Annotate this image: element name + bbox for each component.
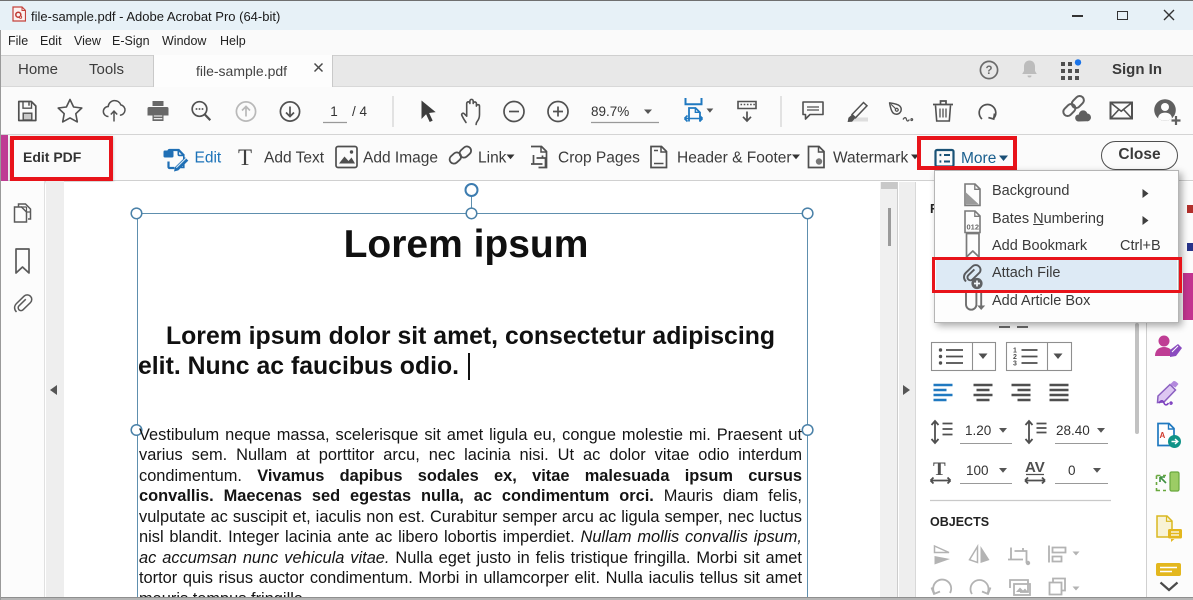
svg-text:/ 4: / 4 <box>352 104 368 119</box>
svg-text:AV: AV <box>1025 459 1045 476</box>
svg-text:1.20: 1.20 <box>965 423 991 438</box>
svg-text:1: 1 <box>330 104 338 119</box>
svg-text:89.7%: 89.7% <box>591 104 629 119</box>
svg-text:100: 100 <box>966 463 989 478</box>
svg-text:Edit: Edit <box>195 150 222 167</box>
svg-text:T: T <box>238 145 252 170</box>
svg-text:012: 012 <box>967 223 980 232</box>
svg-text:3: 3 <box>1013 361 1017 368</box>
svg-text:Add Text: Add Text <box>264 150 325 167</box>
svg-text:Watermark: Watermark <box>833 150 908 167</box>
svg-text:28.40: 28.40 <box>1056 423 1090 438</box>
svg-text:Link: Link <box>478 150 507 167</box>
svg-text:Header & Footer: Header & Footer <box>677 150 792 167</box>
svg-text:Add Image: Add Image <box>363 150 438 167</box>
svg-text:?: ? <box>985 65 992 77</box>
svg-text:0: 0 <box>1068 463 1076 478</box>
svg-text:Crop Pages: Crop Pages <box>558 150 640 167</box>
svg-text:T: T <box>933 459 946 480</box>
svg-text:A: A <box>1160 431 1166 440</box>
